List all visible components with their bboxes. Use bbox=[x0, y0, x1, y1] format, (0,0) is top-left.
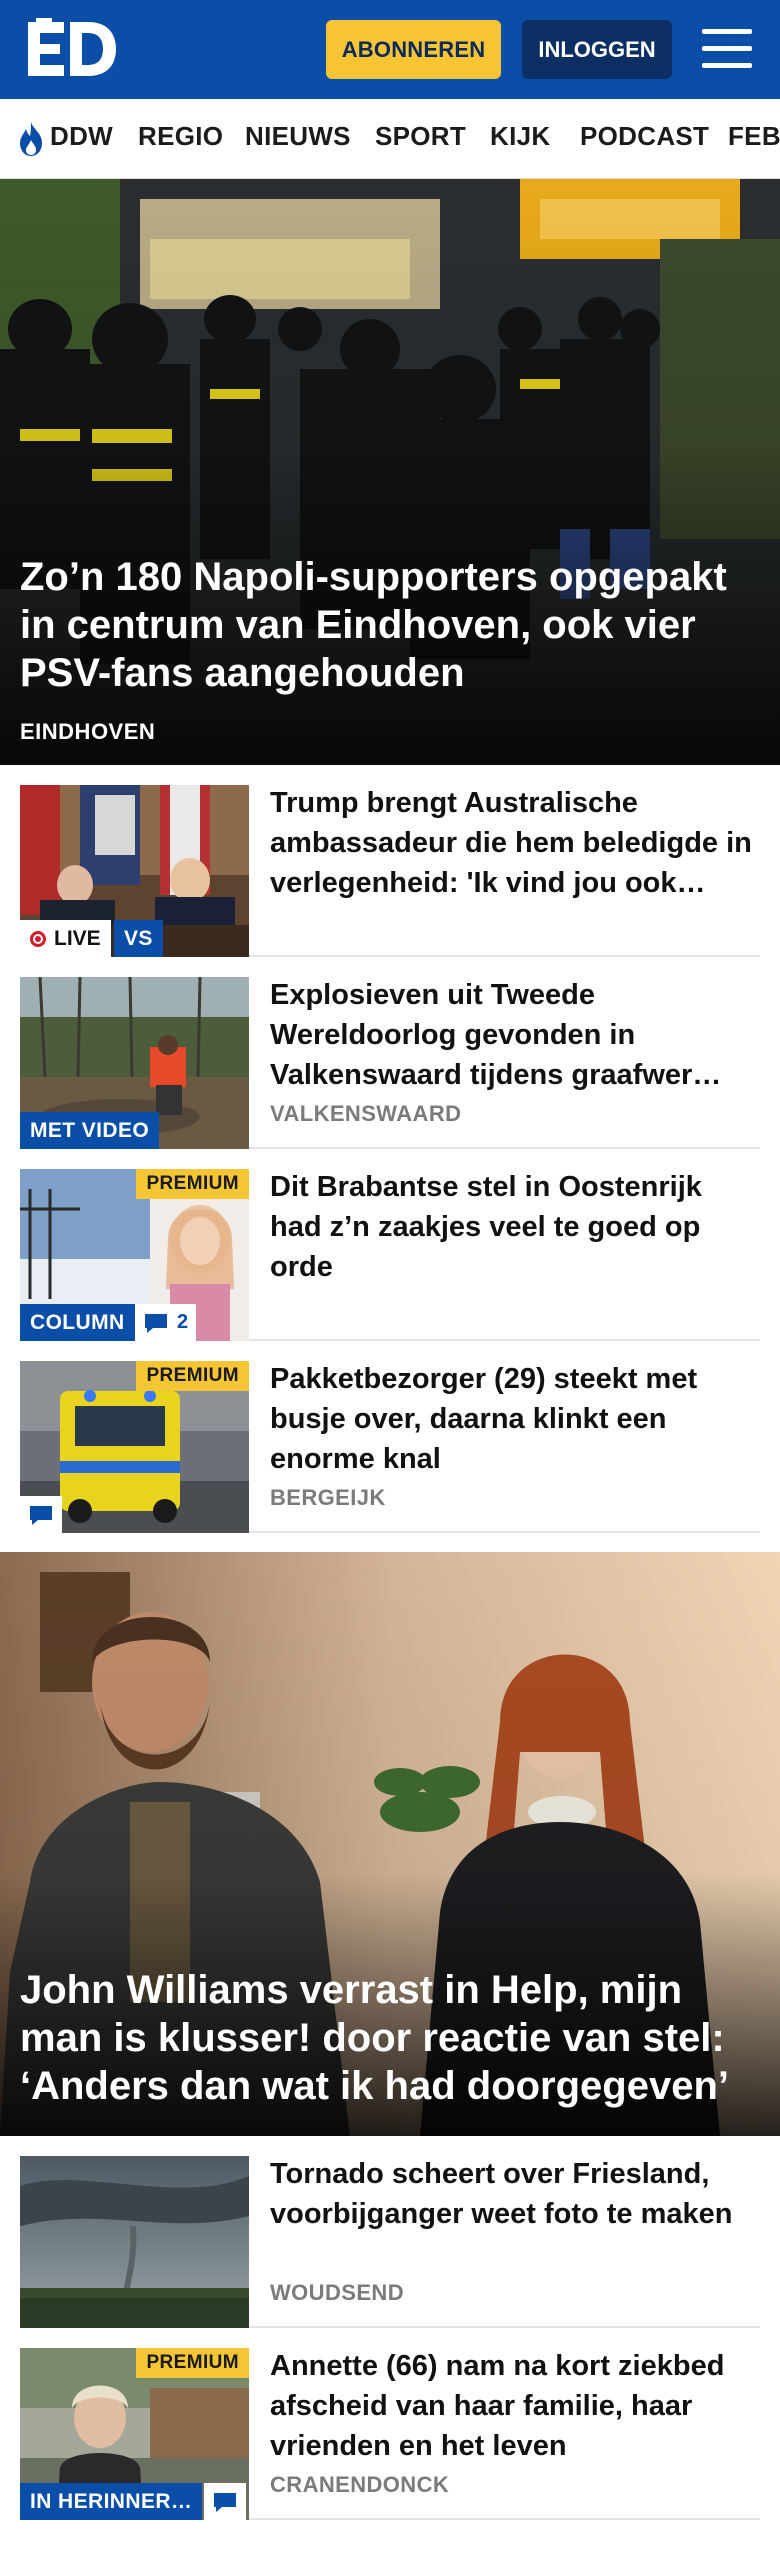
article-row[interactable]: LIVE VS Trump brengt Australische ambass… bbox=[20, 765, 760, 957]
memorial-tag: IN HERINNER… bbox=[20, 2483, 203, 2520]
article-row[interactable]: PREMIUM COLUMN 2 Dit Brabantse stel in O… bbox=[20, 1149, 760, 1341]
feature-title[interactable]: John Williams verrast in Help, mijn man … bbox=[20, 1966, 765, 2110]
nav-item-kijk[interactable]: KIJK bbox=[490, 121, 550, 152]
comment-badge bbox=[204, 2483, 246, 2520]
comment-count: 2 bbox=[177, 1311, 189, 1333]
hero-location: EINDHOVEN bbox=[20, 719, 156, 744]
article-title[interactable]: Tornado scheert over Friesland, voorbijg… bbox=[270, 2154, 760, 2234]
comment-icon bbox=[30, 1505, 52, 1525]
ed-logo-mark bbox=[28, 18, 116, 76]
nav-item-sport[interactable]: SPORT bbox=[375, 121, 466, 152]
article-title[interactable]: Dit Brabantse stel in Oostenrijk had z’n… bbox=[270, 1167, 760, 1287]
nav-item-nieuws[interactable]: NIEUWS bbox=[245, 121, 351, 152]
live-dot-icon bbox=[30, 930, 46, 947]
video-tag: MET VIDEO bbox=[20, 1112, 160, 1149]
comment-icon bbox=[145, 1313, 167, 1333]
article-row[interactable]: MET VIDEO Explosieven uit Tweede Wereldo… bbox=[20, 957, 760, 1149]
hero-article[interactable]: Zo’n 180 Napoli-supporters opgepakt in c… bbox=[0, 179, 780, 765]
hero-title[interactable]: Zo’n 180 Napoli-supporters opgepakt in c… bbox=[20, 553, 760, 697]
article-thumbnail: MET VIDEO bbox=[20, 977, 249, 1149]
article-location: VALKENSWAARD bbox=[270, 1101, 462, 1126]
comment-icon bbox=[214, 2492, 236, 2512]
article-thumbnail: PREMIUM IN HERINNER… bbox=[20, 2348, 249, 2520]
live-badge: LIVE bbox=[20, 920, 111, 957]
article-thumbnail bbox=[20, 2156, 249, 2328]
article-title[interactable]: Annette (66) nam na kort ziekbed afschei… bbox=[270, 2346, 760, 2466]
premium-badge: PREMIUM bbox=[136, 2348, 249, 2378]
article-thumbnail: PREMIUM COLUMN 2 bbox=[20, 1169, 249, 1341]
live-label: LIVE bbox=[54, 926, 101, 950]
premium-badge: PREMIUM bbox=[136, 1169, 249, 1199]
nav-item-regio[interactable]: REGIO bbox=[138, 121, 223, 152]
article-location: WOUDSEND bbox=[270, 2280, 404, 2305]
article-title[interactable]: Trump brengt Australische ambassadeur di… bbox=[270, 783, 760, 903]
ed-logo[interactable] bbox=[28, 18, 118, 80]
article-location: CRANENDONCK bbox=[270, 2472, 450, 2497]
login-button[interactable]: INLOGGEN bbox=[522, 20, 672, 79]
top-bar: ABONNEREN INLOGGEN bbox=[0, 0, 780, 99]
article-thumbnail: LIVE VS bbox=[20, 785, 249, 957]
article-row[interactable]: PREMIUM Pakketbezorger (29) steekt met b… bbox=[20, 1341, 760, 1533]
article-row[interactable]: PREMIUM IN HERINNER… Annette (66) nam na… bbox=[20, 2328, 760, 2520]
article-title[interactable]: Pakketbezorger (29) steekt met busje ove… bbox=[270, 1359, 760, 1479]
comment-count-badge: 2 bbox=[135, 1304, 197, 1341]
section-nav: DDW REGIO NIEUWS SPORT KIJK PODCAST FEB bbox=[0, 99, 780, 179]
article-thumbnail: PREMIUM bbox=[20, 1361, 249, 1533]
topic-tag: VS bbox=[114, 920, 163, 957]
flame-icon bbox=[20, 122, 42, 156]
article-row[interactable]: Tornado scheert over Friesland, voorbijg… bbox=[20, 2136, 760, 2328]
feature-article[interactable]: John Williams verrast in Help, mijn man … bbox=[0, 1552, 780, 2136]
article-location: BERGEIJK bbox=[270, 1485, 386, 1510]
comment-badge bbox=[20, 1496, 62, 1533]
premium-badge: PREMIUM bbox=[136, 1361, 249, 1391]
nav-item-feb[interactable]: FEB bbox=[728, 121, 780, 152]
nav-item-podcast[interactable]: PODCAST bbox=[580, 121, 709, 152]
article-title[interactable]: Explosieven uit Tweede Wereldoorlog gevo… bbox=[270, 975, 760, 1095]
hamburger-icon[interactable] bbox=[702, 27, 752, 71]
subscribe-button[interactable]: ABONNEREN bbox=[326, 20, 501, 79]
nav-item-ddw[interactable]: DDW bbox=[50, 121, 113, 152]
column-tag: COLUMN bbox=[20, 1304, 135, 1341]
